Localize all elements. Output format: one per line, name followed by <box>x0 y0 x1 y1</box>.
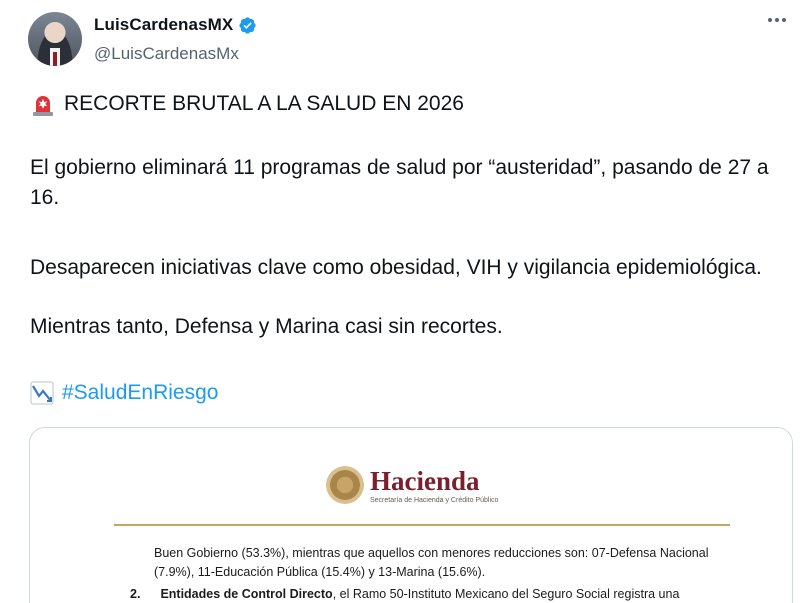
author-avatar[interactable] <box>28 12 82 66</box>
author-name-row: LuisCardenasMX <box>94 15 257 35</box>
siren-icon <box>33 96 53 116</box>
tweet-paragraph-1: El gobierno eliminará 11 programas de sa… <box>30 156 769 209</box>
author-display-name[interactable]: LuisCardenasMX <box>94 15 233 35</box>
tweet-paragraph-2: Desaparecen iniciativas clave como obesi… <box>30 256 762 279</box>
doc-line-1: Buen Gobierno (53.3%), mientras que aque… <box>154 546 709 560</box>
tweet-hashtag-line: #SaludEnRiesgo <box>30 378 790 408</box>
tweet-paragraph-3: Mientras tanto, Defensa y Marina casi si… <box>30 315 503 338</box>
mexico-seal-icon <box>326 466 364 504</box>
verified-badge-icon <box>239 16 256 34</box>
author-handle[interactable]: @LuisCardenasMx <box>94 44 239 64</box>
hacienda-logo: Hacienda Secretaría de Hacienda y Crédit… <box>326 466 498 504</box>
tweet-headline: RECORTE BRUTAL A LA SALUD EN 2026 <box>30 89 790 119</box>
divider <box>114 524 730 526</box>
doc-item-rest: , el Ramo 50-Instituto Mexicano del Segu… <box>332 587 680 601</box>
more-dots-icon[interactable] <box>768 18 786 22</box>
doc-line-2: (7.9%), 11-Educación Pública (15.4%) y 1… <box>154 565 486 579</box>
doc-item-bold: Entidades de Control Directo <box>160 587 333 601</box>
doc-item-text: Entidades de Control Directo, el Ramo 50… <box>160 585 679 603</box>
hashtag-link[interactable]: #SaludEnRiesgo <box>62 378 218 408</box>
media-card[interactable]: Hacienda Secretaría de Hacienda y Crédit… <box>29 427 793 603</box>
doc-item: 2. Entidades de Control Directo, el Ramo… <box>130 585 730 603</box>
headline-text: RECORTE BRUTAL A LA SALUD EN 2026 <box>64 92 464 115</box>
brand-subtitle: Secretaría de Hacienda y Crédito Público <box>370 497 499 504</box>
brand-name: Hacienda <box>370 466 480 496</box>
doc-item-number: 2. <box>130 587 141 601</box>
chart-decreasing-icon <box>30 381 54 405</box>
